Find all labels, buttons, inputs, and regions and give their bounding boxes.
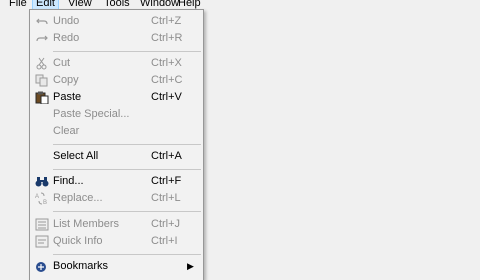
menu-item-label: Redo: [53, 32, 80, 44]
menu-item-select-all[interactable]: Select All Ctrl+A: [30, 148, 203, 165]
menu-separator: [53, 51, 201, 52]
menu-item-label: Clear: [53, 125, 80, 137]
menu-item-label: Paste Special...: [53, 108, 130, 120]
menu-file[interactable]: File: [9, 0, 27, 9]
menu-item-shortcut: Ctrl+L: [151, 192, 181, 204]
menu-help[interactable]: Help: [178, 0, 201, 9]
menu-item-copy[interactable]: Copy Ctrl+C: [30, 72, 203, 89]
svg-text:A: A: [35, 194, 39, 200]
menu-item-list-members[interactable]: List Members Ctrl+J: [30, 216, 203, 233]
menu-tools[interactable]: Tools: [104, 0, 130, 9]
menu-item-shortcut: Ctrl+A: [151, 150, 182, 162]
copy-icon: [35, 74, 49, 87]
menu-item-paste[interactable]: Paste Ctrl+V: [30, 89, 203, 106]
quick-info-icon: [35, 235, 49, 248]
menu-item-find[interactable]: Find... Ctrl+F: [30, 173, 203, 190]
menu-item-shortcut: Ctrl+V: [151, 91, 182, 103]
menu-item-replace[interactable]: AB Replace... Ctrl+L: [30, 190, 203, 207]
binoculars-icon: [35, 175, 49, 188]
edit-menu-dropdown: Undo Ctrl+Z Redo Ctrl+R Cut Ctrl+X Copy …: [29, 9, 204, 280]
submenu-arrow-icon: ▶: [187, 261, 194, 271]
menu-item-shortcut: Ctrl+C: [151, 74, 183, 86]
menu-item-quick-info[interactable]: Quick Info Ctrl+I: [30, 233, 203, 250]
menu-item-paste-special[interactable]: Paste Special...: [30, 106, 203, 123]
menu-item-shortcut: Ctrl+I: [151, 235, 178, 247]
clipboard-icon: [35, 91, 49, 105]
svg-text:B: B: [43, 200, 47, 205]
menu-item-shortcut: Ctrl+J: [151, 218, 181, 230]
menu-separator: [53, 169, 201, 170]
list-members-icon: [35, 218, 49, 231]
menu-item-label: Paste: [53, 91, 82, 103]
menu-window[interactable]: Window: [140, 0, 179, 9]
menu-item-shortcut: Ctrl+Z: [151, 15, 182, 27]
menu-item-label: Bookmarks: [53, 260, 109, 272]
scissors-icon: [35, 57, 49, 70]
menu-item-redo[interactable]: Redo Ctrl+R: [30, 30, 203, 47]
menu-item-label: Undo: [53, 15, 80, 27]
menu-item-undo[interactable]: Undo Ctrl+Z: [30, 13, 203, 30]
bookmark-icon: [35, 260, 49, 273]
menu-view[interactable]: View: [68, 0, 92, 9]
menu-item-label: Find...: [53, 175, 84, 187]
menu-separator: [53, 211, 201, 212]
menu-item-label: List Members: [53, 218, 120, 230]
menu-item-cut[interactable]: Cut Ctrl+X: [30, 55, 203, 72]
menu-separator: [53, 254, 201, 255]
undo-icon: [35, 15, 49, 28]
menu-item-label: Quick Info: [53, 235, 103, 247]
menu-item-label: Copy: [53, 74, 79, 86]
menu-item-label: Replace...: [53, 192, 103, 204]
menu-item-shortcut: Ctrl+F: [151, 175, 182, 187]
menu-separator: [53, 144, 201, 145]
menu-item-shortcut: Ctrl+X: [151, 57, 182, 69]
redo-icon: [35, 32, 49, 45]
menu-item-label: Select All: [53, 150, 99, 162]
replace-icon: AB: [35, 192, 49, 206]
menu-item-bookmarks[interactable]: Bookmarks ▶: [30, 258, 203, 275]
menu-item-label: Cut: [53, 57, 71, 69]
menu-item-clear[interactable]: Clear: [30, 123, 203, 140]
menu-item-shortcut: Ctrl+R: [151, 32, 183, 44]
